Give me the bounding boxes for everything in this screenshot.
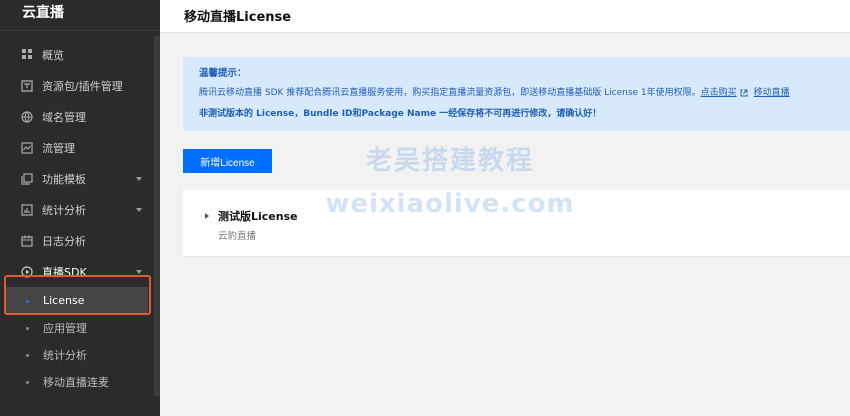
license-card-title[interactable]: 测试版License [218, 208, 298, 224]
sidebar-subitem-label: 移动直播连麦 [43, 375, 109, 389]
sidebar-item-logs[interactable]: 日志分析 [0, 225, 160, 256]
sidebar-subitem-label: 统计分析 [43, 348, 87, 362]
sidebar-item-packages[interactable]: 资源包/插件管理 [0, 70, 160, 101]
highlight-annotation [4, 275, 151, 315]
page-title: 移动直播License [184, 10, 292, 25]
chevron-down-icon [136, 176, 142, 181]
chart-icon [20, 203, 34, 217]
sidebar-item-label: 日志分析 [42, 234, 86, 248]
bullet-icon [26, 380, 29, 384]
sidebar-subitem-statistics[interactable]: 统计分析 [0, 341, 160, 368]
license-card-subtitle: 云豹直播 [218, 231, 257, 242]
chevron-down-icon [136, 207, 142, 212]
sidebar-item-statistics[interactable]: 统计分析 [0, 194, 160, 225]
notice-banner: 温馨提示： 腾讯云移动直播 SDK 推荐配合腾讯云直播服务使用，购买指定直播流量… [183, 57, 850, 131]
sidebar: 云直播 概览 资源包/插件管理 域名管理 流管理 功能模板 统计分析 日志分析 … [0, 0, 160, 416]
sidebar-subitem-app-management[interactable]: 应用管理 [0, 314, 160, 341]
license-card: 测试版License 云豹直播 [183, 190, 850, 257]
grid-icon [20, 48, 34, 62]
chevron-down-icon [136, 269, 142, 274]
notice-line-1: 腾讯云移动直播 SDK 推荐配合腾讯云直播服务使用，购买指定直播流量资源包，即送… [199, 85, 790, 100]
notice-title: 温馨提示： [199, 68, 247, 79]
new-license-button[interactable]: 新增License [183, 149, 272, 173]
buy-link[interactable]: 点击购买 [701, 88, 737, 98]
calendar-icon [20, 234, 34, 248]
stream-icon [20, 141, 34, 155]
external-link-icon [740, 89, 748, 100]
notice-warning: 非测试版本的 License，Bundle ID和Package Name 一经… [199, 109, 602, 119]
sidebar-item-templates[interactable]: 功能模板 [0, 163, 160, 194]
watermark-line-1: 老吴搭建教程 [365, 146, 534, 176]
sidebar-item-label: 流管理 [42, 141, 75, 155]
sidebar-item-streams[interactable]: 流管理 [0, 132, 160, 163]
bullet-icon [26, 353, 29, 357]
sidebar-item-label: 功能模板 [42, 172, 86, 186]
sidebar-item-domains[interactable]: 域名管理 [0, 101, 160, 132]
package-icon [20, 79, 34, 93]
notice-text: 腾讯云移动直播 SDK 推荐配合腾讯云直播服务使用，购买指定直播流量资源包，即送… [199, 88, 701, 98]
sidebar-item-label: 统计分析 [42, 203, 86, 217]
sidebar-item-overview[interactable]: 概览 [0, 39, 160, 70]
sidebar-menu: 概览 资源包/插件管理 域名管理 流管理 功能模板 统计分析 日志分析 直播SD… [0, 31, 160, 395]
sidebar-item-label: 资源包/插件管理 [42, 79, 123, 93]
page-header: 移动直播License [160, 0, 850, 33]
sidebar-item-label: 概览 [42, 48, 64, 62]
bullet-icon [26, 326, 29, 330]
sidebar-subitem-label: 应用管理 [43, 321, 87, 335]
globe-icon [20, 110, 34, 124]
sidebar-item-label: 域名管理 [42, 110, 86, 124]
template-icon [20, 172, 34, 186]
caret-right-icon[interactable] [205, 213, 209, 219]
mobile-live-link[interactable]: 移动直播 [754, 88, 790, 98]
sidebar-subitem-mic-connect[interactable]: 移动直播连麦 [0, 368, 160, 395]
sidebar-title: 云直播 [0, 0, 160, 31]
